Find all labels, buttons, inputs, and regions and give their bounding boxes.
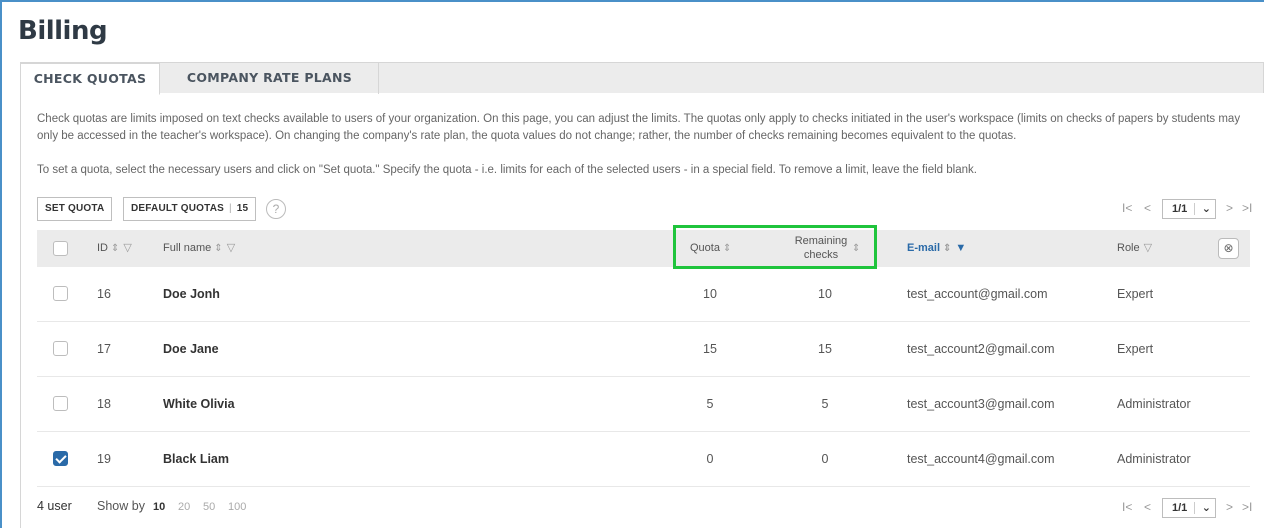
default-quotas-button[interactable]: DEFAULT QUOTAS | 15: [123, 197, 257, 221]
page-size-20[interactable]: 20: [178, 499, 190, 515]
cell-role: Expert: [1117, 287, 1154, 301]
row-checkbox[interactable]: [53, 286, 68, 301]
column-header-label: Full name: [163, 242, 212, 254]
user-count: 4 user: [37, 499, 72, 513]
filter-icon[interactable]: ▽: [227, 242, 235, 254]
clear-filters-icon[interactable]: ⊗: [1218, 238, 1239, 259]
divider: |: [228, 203, 232, 214]
cell-full-name: Black Liam: [163, 452, 230, 466]
page-select[interactable]: 1/1 ⌄: [1162, 498, 1216, 518]
filter-icon[interactable]: ▽: [123, 242, 131, 254]
tab-check-quotas[interactable]: CHECK QUOTAS: [20, 63, 160, 95]
default-quotas-label: DEFAULT QUOTAS: [131, 203, 224, 214]
highlight-box: [673, 225, 877, 269]
column-header-role[interactable]: Role ▽: [1117, 230, 1152, 267]
sort-icon[interactable]: ⇕: [214, 243, 222, 254]
column-header-id[interactable]: ID ⇕ ▽: [97, 230, 132, 267]
table-row[interactable]: 17 Doe Jane 15 15 test_account2@gmail.co…: [37, 322, 1250, 377]
cell-role: Administrator: [1117, 452, 1191, 466]
cell-id: 17: [97, 342, 111, 356]
cell-quota: 15: [703, 342, 717, 356]
page-size-50[interactable]: 50: [203, 499, 215, 515]
chevron-down-icon: ⌄: [1201, 502, 1211, 514]
cell-remaining: 10: [818, 287, 832, 301]
page-size-100[interactable]: 100: [228, 499, 246, 515]
first-page-icon[interactable]: I<: [1122, 500, 1132, 514]
cell-quota: 10: [703, 287, 717, 301]
chevron-down-icon: ⌄: [1201, 203, 1211, 215]
page-size-10[interactable]: 10: [153, 499, 165, 515]
column-header-label: ID: [97, 242, 108, 254]
cell-email: test_account4@gmail.com: [907, 452, 1055, 466]
cell-email: test_account3@gmail.com: [907, 397, 1055, 411]
first-page-icon[interactable]: I<: [1122, 201, 1132, 215]
cell-role: Administrator: [1117, 397, 1191, 411]
tab-bar: CHECK QUOTAS COMPANY RATE PLANS: [20, 62, 1264, 95]
row-checkbox[interactable]: [53, 396, 68, 411]
page-title: Billing: [18, 16, 108, 46]
show-by-label: Show by: [97, 499, 145, 513]
help-icon[interactable]: ?: [266, 199, 286, 219]
divider: [1194, 502, 1195, 514]
table-row[interactable]: 18 White Olivia 5 5 test_account3@gmail.…: [37, 377, 1250, 432]
cell-email: test_account@gmail.com: [907, 287, 1048, 301]
next-page-icon[interactable]: >: [1226, 201, 1233, 215]
table-row[interactable]: 16 Doe Jonh 10 10 test_account@gmail.com…: [37, 267, 1250, 322]
prev-page-icon[interactable]: <: [1144, 201, 1151, 215]
prev-page-icon[interactable]: <: [1144, 500, 1151, 514]
cell-remaining: 5: [821, 397, 829, 411]
pager-bottom: I< < 1/1 ⌄ > >I: [1122, 498, 1262, 520]
row-checkbox[interactable]: [53, 451, 68, 466]
divider: [1194, 203, 1195, 215]
select-all-checkbox[interactable]: [53, 241, 68, 256]
cell-full-name: Doe Jonh: [163, 287, 220, 301]
sort-icon[interactable]: ⇕: [943, 243, 951, 254]
column-header-label: Role: [1117, 242, 1140, 254]
cell-id: 19: [97, 452, 111, 466]
table-header: ID ⇕ ▽ Full name ⇕ ▽ Quota ⇕ Remaining checks …: [37, 230, 1250, 267]
page-select-value: 1/1: [1172, 502, 1188, 514]
column-header-full-name[interactable]: Full name ⇕ ▽: [163, 230, 235, 267]
page-select[interactable]: 1/1 ⌄: [1162, 199, 1216, 219]
sort-icon[interactable]: ⇕: [111, 243, 119, 254]
cell-full-name: Doe Jane: [163, 342, 219, 356]
cell-quota: 0: [706, 452, 714, 466]
last-page-icon[interactable]: >I: [1242, 500, 1252, 514]
cell-id: 18: [97, 397, 111, 411]
set-quota-button[interactable]: SET QUOTA: [37, 197, 113, 221]
row-checkbox[interactable]: [53, 341, 68, 356]
filter-icon[interactable]: ▽: [1144, 242, 1152, 254]
next-page-icon[interactable]: >: [1226, 500, 1233, 514]
column-header-email[interactable]: E-mail ⇕ ▼: [907, 230, 966, 267]
table-row[interactable]: 19 Black Liam 0 0 test_account4@gmail.co…: [37, 432, 1250, 487]
description-paragraph: Check quotas are limits imposed on text …: [37, 113, 1241, 142]
last-page-icon[interactable]: >I: [1242, 201, 1252, 215]
cell-quota: 5: [706, 397, 714, 411]
filter-active-icon[interactable]: ▼: [955, 242, 966, 254]
table-footer: 4 user Show by 10 20 50 100: [37, 499, 246, 513]
cell-id: 16: [97, 287, 111, 301]
cell-remaining: 0: [821, 452, 829, 466]
pager-top: I< < 1/1 ⌄ > >I: [1122, 199, 1262, 221]
column-header-label: E-mail: [907, 242, 941, 254]
cell-role: Expert: [1117, 342, 1154, 356]
tab-company-rate-plans[interactable]: COMPANY RATE PLANS: [161, 63, 379, 94]
instructions-paragraph: To set a quota, select the necessary use…: [37, 164, 977, 176]
cell-email: test_account2@gmail.com: [907, 342, 1055, 356]
default-quotas-value: 15: [236, 203, 249, 214]
page-select-value: 1/1: [1172, 203, 1188, 215]
cell-remaining: 15: [818, 342, 832, 356]
cell-full-name: White Olivia: [163, 397, 235, 411]
